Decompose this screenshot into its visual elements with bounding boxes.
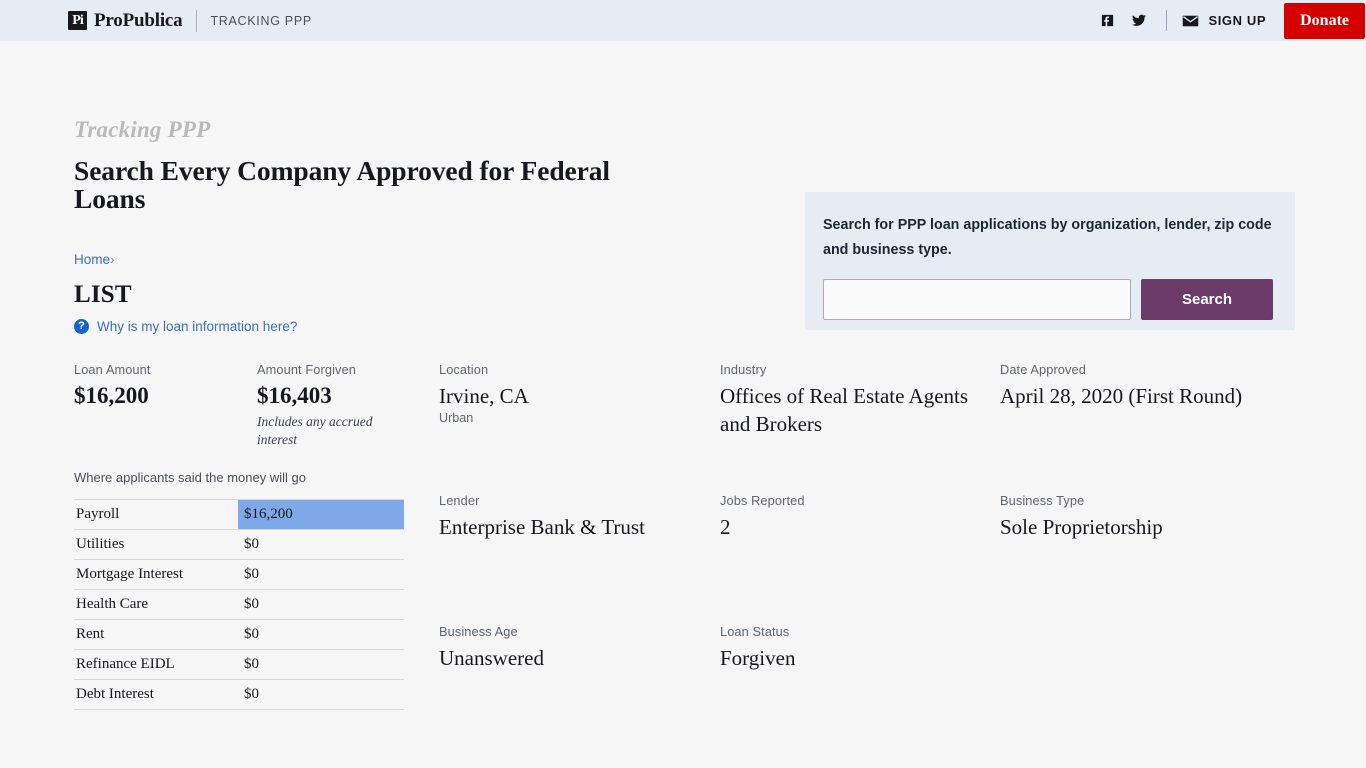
sign-up-button[interactable]: SIGN UP <box>1182 13 1266 28</box>
breadcrumb-home[interactable]: Home <box>74 252 110 267</box>
allocation-table-body: Payroll $16,200 Utilities $0 Mortgage Intere… <box>74 499 404 710</box>
site-header: Pi ProPublica TRACKING PPP SIGN UP Donat… <box>0 0 1366 41</box>
section-label[interactable]: TRACKING PPP <box>210 14 311 28</box>
field-label: Loan Status <box>720 624 790 639</box>
allocation-row: Health Care $0 <box>74 589 404 620</box>
field-subvalue: Urban <box>439 411 474 425</box>
field-business-age: Business Age Unanswered <box>439 624 689 672</box>
page-title: LIST <box>74 281 132 308</box>
field-label: Business Age <box>439 624 518 639</box>
propublica-wordmark: ProPublica <box>94 9 183 31</box>
allocation-row: Debt Interest $0 <box>74 679 404 710</box>
field-label: Lender <box>439 493 480 508</box>
field-value: Irvine, CA <box>439 384 529 408</box>
hero-kicker: Tracking PPP <box>74 117 211 142</box>
field-label: Business Type <box>1000 493 1085 508</box>
field-label: Jobs Reported <box>720 493 805 508</box>
field-note: Includes any accrued interest <box>257 414 373 447</box>
propublica-logo-icon: Pi <box>68 11 87 30</box>
allocation-row: Utilities $0 <box>74 529 404 560</box>
field-loan-amount: Loan Amount $16,200 <box>74 362 151 410</box>
header-action-divider <box>1166 10 1168 31</box>
field-value: Sole Proprietorship <box>1000 515 1163 539</box>
facebook-icon[interactable] <box>1096 10 1118 32</box>
field-value: Enterprise Bank & Trust <box>439 515 645 539</box>
allocation-amount-cell: $0 <box>238 560 404 590</box>
field-value: Offices of Real Estate Agents and Broker… <box>720 384 969 436</box>
allocation-amount: $0 <box>244 566 259 582</box>
field-lender: Lender Enterprise Bank & Trust <box>439 493 654 541</box>
allocation-amount-cell: $0 <box>238 620 404 650</box>
allocation-category: Debt Interest <box>76 686 154 702</box>
allocation-category: Rent <box>76 626 105 642</box>
hero-title: Search Every Company Approved for Federa… <box>74 155 610 214</box>
field-label: Amount Forgiven <box>257 362 356 377</box>
field-date-approved: Date Approved April 28, 2020 (First Roun… <box>1000 362 1265 410</box>
propublica-logo[interactable]: Pi ProPublica <box>68 9 183 32</box>
allocation-amount-cell: $16,200 <box>238 500 404 530</box>
field-label: Location <box>439 362 489 377</box>
question-mark-icon: ? <box>74 319 89 334</box>
allocation-amount: $16,200 <box>244 506 293 522</box>
allocation-caption: Where applicants said the money will go <box>74 470 306 485</box>
field-jobs-reported: Jobs Reported 2 <box>720 493 975 541</box>
field-value: April 28, 2020 (First Round) <box>1000 384 1243 408</box>
allocation-amount-cell: $0 <box>238 590 404 620</box>
field-value: 2 <box>720 515 731 539</box>
loan-details-grid: Loan Amount $16,200 Amount Forgiven $16,… <box>74 362 1366 712</box>
mail-icon <box>1182 15 1199 27</box>
sign-up-label: SIGN UP <box>1208 13 1267 28</box>
field-loan-status: Loan Status Forgiven <box>720 624 975 672</box>
allocation-amount: $0 <box>244 686 259 702</box>
allocation-amount: $0 <box>244 536 259 552</box>
allocation-row: Refinance EIDL $0 <box>74 649 404 680</box>
main-content: Home› LIST ? Why is my loan information … <box>0 213 1366 712</box>
field-label: Date Approved <box>1000 362 1086 377</box>
allocation-amount-cell: $0 <box>238 680 404 710</box>
why-loan-info-link[interactable]: Why is my loan information here? <box>97 319 297 334</box>
allocation-row: Payroll $16,200 <box>74 499 404 530</box>
allocation-category: Payroll <box>76 506 120 522</box>
field-label: Loan Amount <box>74 362 151 377</box>
allocation-category: Health Care <box>76 596 149 612</box>
allocation-amount: $0 <box>244 596 259 612</box>
allocation-amount-cell: $0 <box>238 530 404 560</box>
allocation-amount-cell: $0 <box>238 650 404 680</box>
field-industry: Industry Offices of Real Estate Agents a… <box>720 362 975 438</box>
header-actions: SIGN UP Donate <box>1096 0 1366 41</box>
allocation-section: Where applicants said the money will go … <box>74 470 404 710</box>
field-value: Unanswered <box>439 646 544 670</box>
field-amount-forgiven: Amount Forgiven $16,403 Includes any acc… <box>257 362 407 449</box>
why-loan-info-row[interactable]: ? Why is my loan information here? <box>74 319 1366 334</box>
field-location: Location Irvine, CA Urban <box>439 362 689 425</box>
breadcrumb: Home› <box>74 252 1366 267</box>
twitter-icon[interactable] <box>1128 10 1150 32</box>
hero-section: Tracking PPP Search Every Company Approv… <box>0 117 1366 330</box>
allocation-category: Mortgage Interest <box>76 566 184 582</box>
allocation-category: Utilities <box>76 536 125 552</box>
allocation-amount: $0 <box>244 656 259 672</box>
allocation-row: Rent $0 <box>74 619 404 650</box>
field-value: Forgiven <box>720 646 796 670</box>
header-divider <box>196 9 198 32</box>
allocation-amount: $0 <box>244 626 259 642</box>
field-business-type: Business Type Sole Proprietorship <box>1000 493 1265 541</box>
allocation-row: Mortgage Interest $0 <box>74 559 404 590</box>
breadcrumb-separator: › <box>110 252 115 267</box>
field-label: Industry <box>720 362 767 377</box>
field-value: $16,403 <box>257 383 332 408</box>
allocation-category: Refinance EIDL <box>76 656 175 672</box>
field-value: $16,200 <box>74 383 149 408</box>
allocation-table: Payroll $16,200 Utilities $0 Mortgage Intere… <box>74 499 404 710</box>
donate-button[interactable]: Donate <box>1284 2 1365 39</box>
